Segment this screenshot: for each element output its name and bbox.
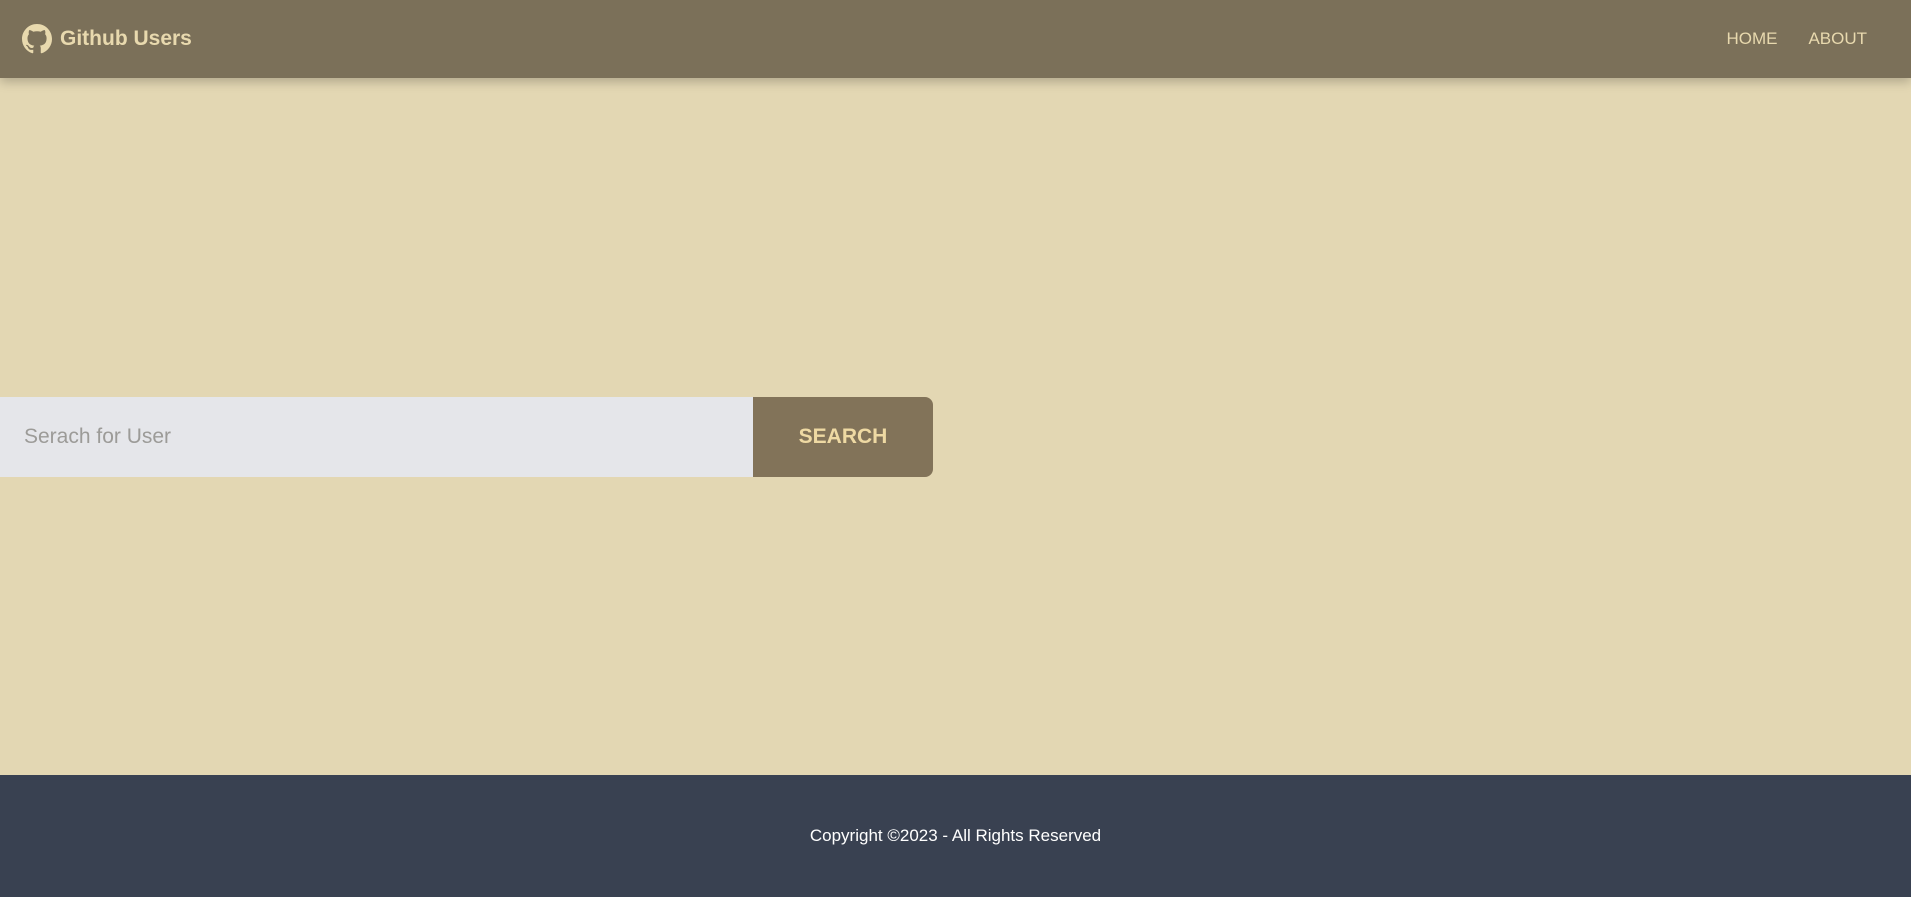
search-button[interactable]: SEARCH — [753, 397, 933, 477]
github-icon — [22, 24, 52, 54]
nav-link-about[interactable]: ABOUT — [1808, 29, 1867, 49]
footer: Copyright ©2023 - All Rights Reserved — [0, 775, 1911, 897]
brand[interactable]: Github Users — [22, 24, 192, 54]
nav-links: HOME ABOUT — [1695, 29, 1867, 49]
brand-label: Github Users — [60, 27, 192, 50]
nav-link-home[interactable]: HOME — [1726, 29, 1777, 49]
copyright-text: Copyright ©2023 - All Rights Reserved — [809, 826, 1102, 845]
search-input[interactable] — [0, 397, 753, 477]
search-form: SEARCH — [0, 397, 933, 477]
navbar: Github Users HOME ABOUT — [0, 0, 1911, 78]
